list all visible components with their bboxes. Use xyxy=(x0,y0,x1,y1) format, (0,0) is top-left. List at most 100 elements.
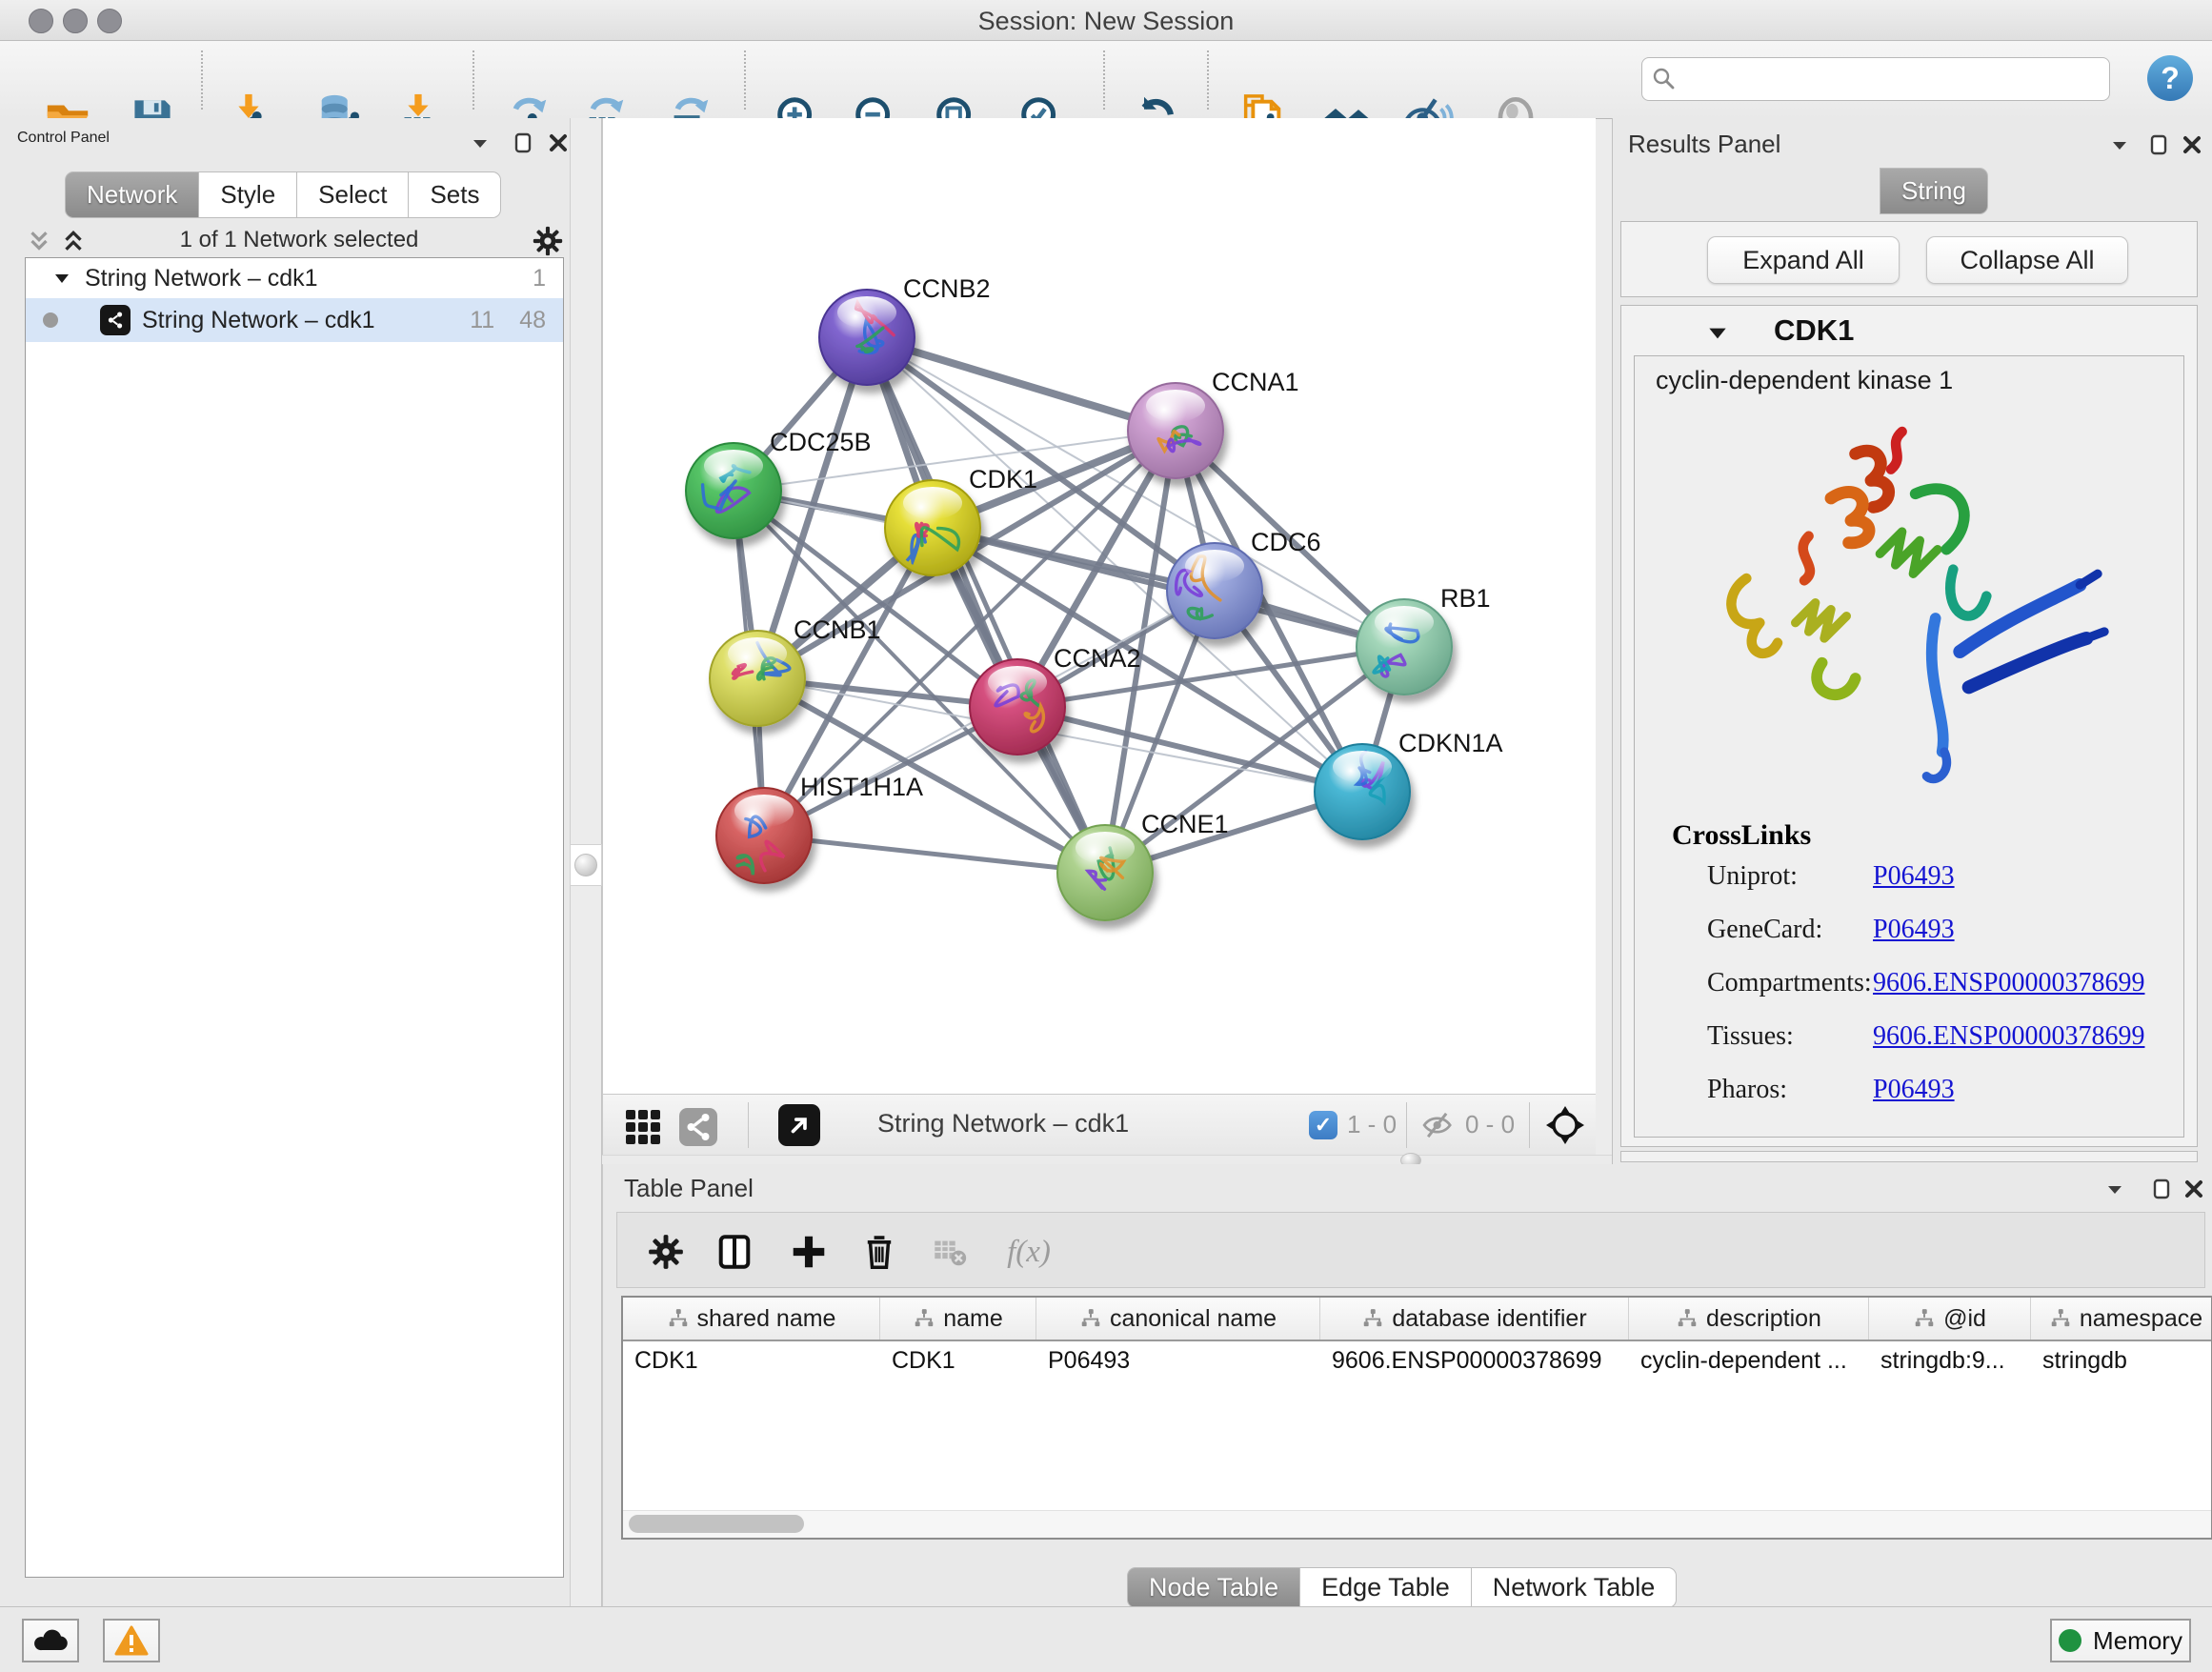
hidden-eye-slash-icon[interactable] xyxy=(1420,1111,1457,1139)
tab-edge-table[interactable]: Edge Table xyxy=(1300,1567,1472,1608)
crosslink-row: Uniprot:P06493 xyxy=(1635,861,2183,903)
crosslink-value-link[interactable]: P06493 xyxy=(1873,915,1955,945)
results-panel-title: Results Panel xyxy=(1628,130,1780,159)
network-collection-row[interactable]: String Network – cdk1 1 xyxy=(26,258,563,298)
network-node-CDC6[interactable] xyxy=(1167,543,1262,638)
string-network-icon xyxy=(100,305,131,335)
selection-mode-target-icon[interactable] xyxy=(1544,1104,1586,1146)
network-node-CDK1[interactable] xyxy=(885,480,980,575)
string-network-graph[interactable]: CCNB2 CCNA1 CDC25B CDK1 CDC6 R xyxy=(603,118,1596,1093)
collapse-all-chevrons-icon[interactable] xyxy=(25,227,53,255)
memory-button[interactable]: Memory xyxy=(2050,1619,2191,1662)
crosslink-value-link[interactable]: 9606.ENSP00000378699 xyxy=(1873,968,2144,998)
network-node-CDKN1A[interactable] xyxy=(1315,744,1410,839)
network-node-CCNA1[interactable] xyxy=(1128,383,1223,478)
column-header-label: database identifier xyxy=(1392,1305,1586,1333)
expand-all-chevrons-icon[interactable] xyxy=(59,227,88,255)
network-share-icon[interactable] xyxy=(679,1108,717,1146)
network-node-count: 11 xyxy=(470,307,494,334)
control-panel-menu-chevron-icon[interactable] xyxy=(469,131,492,154)
birds-eye-view-button[interactable] xyxy=(778,1104,820,1146)
control-panel-close-icon[interactable] xyxy=(547,131,570,154)
column-header-canonical-name[interactable]: canonical name xyxy=(1036,1298,1320,1340)
left-splitter-handle[interactable] xyxy=(570,844,602,886)
table-panel-float-icon[interactable] xyxy=(2151,1178,2174,1200)
table-panel-close-icon[interactable] xyxy=(2182,1178,2205,1200)
table-cell[interactable]: CDK1 xyxy=(623,1347,880,1375)
network-node-RB1[interactable] xyxy=(1357,599,1452,695)
table-cell[interactable]: cyclin-dependent ... xyxy=(1629,1347,1869,1375)
scrollbar-thumb[interactable] xyxy=(629,1515,804,1533)
column-header-namespace[interactable]: namespace xyxy=(2031,1298,2212,1340)
node-label-CDK1: CDK1 xyxy=(969,465,1037,494)
node-section-header[interactable]: CDK1 xyxy=(1621,306,2197,355)
search-input[interactable] xyxy=(1641,57,2110,101)
expand-all-button[interactable]: Expand All xyxy=(1707,236,1900,284)
tab-node-table[interactable]: Node Table xyxy=(1127,1567,1300,1608)
crosslink-value-link[interactable]: P06493 xyxy=(1873,861,1955,892)
column-header-shared-name[interactable]: shared name xyxy=(623,1298,880,1340)
control-panel-float-icon[interactable] xyxy=(513,131,535,154)
results-panel-float-icon[interactable] xyxy=(2148,133,2171,156)
crosslink-value-link[interactable]: P06493 xyxy=(1873,1075,1955,1105)
column-header--id[interactable]: @id xyxy=(1869,1298,2031,1340)
search-icon xyxy=(1651,66,1678,92)
memory-status-dot xyxy=(2059,1629,2081,1652)
network-node-CCNA2[interactable] xyxy=(970,659,1065,755)
collapse-all-button[interactable]: Collapse All xyxy=(1926,236,2128,284)
results-panel-menu-chevron-icon[interactable] xyxy=(2108,133,2131,156)
table-cell[interactable]: P06493 xyxy=(1036,1347,1320,1375)
delete-column-button[interactable] xyxy=(857,1230,901,1274)
column-header-database-identifier[interactable]: database identifier xyxy=(1320,1298,1629,1340)
table-panel-menu-chevron-icon[interactable] xyxy=(2103,1178,2126,1200)
node-details: cyclin-dependent kinase 1 xyxy=(1634,355,2184,1138)
column-header-label: canonical name xyxy=(1110,1305,1277,1333)
network-node-CCNB2[interactable] xyxy=(819,290,915,385)
window-title: Session: New Session xyxy=(0,7,2212,36)
node-label-HIST1H1A: HIST1H1A xyxy=(800,773,923,801)
tab-select[interactable]: Select xyxy=(297,171,409,218)
table-row[interactable]: CDK1CDK1P064939606.ENSP00000378699cyclin… xyxy=(623,1341,2211,1380)
column-header-name[interactable]: name xyxy=(880,1298,1036,1340)
table-cell[interactable]: stringdb:9... xyxy=(1869,1347,2031,1375)
help-icon: ? xyxy=(2161,61,2180,96)
tree-expand-triangle-icon[interactable] xyxy=(52,269,71,288)
delete-table-button-disabled xyxy=(928,1230,972,1274)
crosslink-label: Tissues: xyxy=(1707,1021,1794,1052)
table-cell[interactable]: 9606.ENSP00000378699 xyxy=(1320,1347,1629,1375)
network-node-HIST1H1A[interactable] xyxy=(716,788,812,883)
table-cell[interactable]: CDK1 xyxy=(880,1347,1036,1375)
cloud-status-button[interactable] xyxy=(22,1619,79,1662)
table-horizontal-scrollbar[interactable] xyxy=(623,1510,2211,1538)
node-table[interactable]: shared name name canonical name database… xyxy=(621,1296,2212,1540)
network-node-CCNE1[interactable] xyxy=(1057,825,1153,920)
column-tree-icon xyxy=(913,1307,935,1330)
network-canvas[interactable]: CCNB2 CCNA1 CDC25B CDK1 CDC6 R xyxy=(602,118,1596,1094)
network-options-gear-icon[interactable] xyxy=(532,225,564,257)
create-column-button[interactable] xyxy=(787,1230,831,1274)
tab-style[interactable]: Style xyxy=(199,171,297,218)
table-toolbar: f(x) xyxy=(616,1212,2205,1288)
table-options-button[interactable] xyxy=(644,1230,688,1274)
network-node-CCNB1[interactable] xyxy=(710,631,805,726)
tab-network-table[interactable]: Network Table xyxy=(1472,1567,1678,1608)
network-node-CDC25B[interactable] xyxy=(686,443,781,538)
tab-string[interactable]: String xyxy=(1880,168,1988,214)
help-button[interactable]: ? xyxy=(2147,55,2193,101)
warnings-button[interactable] xyxy=(103,1619,160,1662)
tab-sets[interactable]: Sets xyxy=(409,171,501,218)
function-builder-button-disabled: f(x) xyxy=(991,1230,1067,1274)
crosslink-value-link[interactable]: 9606.ENSP00000378699 xyxy=(1873,1021,2144,1052)
section-collapse-triangle-icon[interactable] xyxy=(1705,321,1730,346)
column-header-description[interactable]: description xyxy=(1629,1298,1869,1340)
network-row-selected[interactable]: String Network – cdk1 11 48 xyxy=(26,298,563,342)
crosslink-row: Compartments:9606.ENSP00000378699 xyxy=(1635,968,2183,1010)
table-cell[interactable]: stringdb xyxy=(2031,1347,2212,1375)
results-panel-close-icon[interactable] xyxy=(2181,133,2203,156)
grid-view-icon[interactable] xyxy=(626,1110,660,1144)
show-columns-button[interactable] xyxy=(713,1230,756,1274)
tab-network[interactable]: Network xyxy=(65,171,199,218)
left-splitter[interactable] xyxy=(570,118,602,1606)
selected-nodes-checkbox[interactable]: ✓ xyxy=(1309,1111,1337,1139)
status-bar: Memory xyxy=(0,1606,2212,1672)
